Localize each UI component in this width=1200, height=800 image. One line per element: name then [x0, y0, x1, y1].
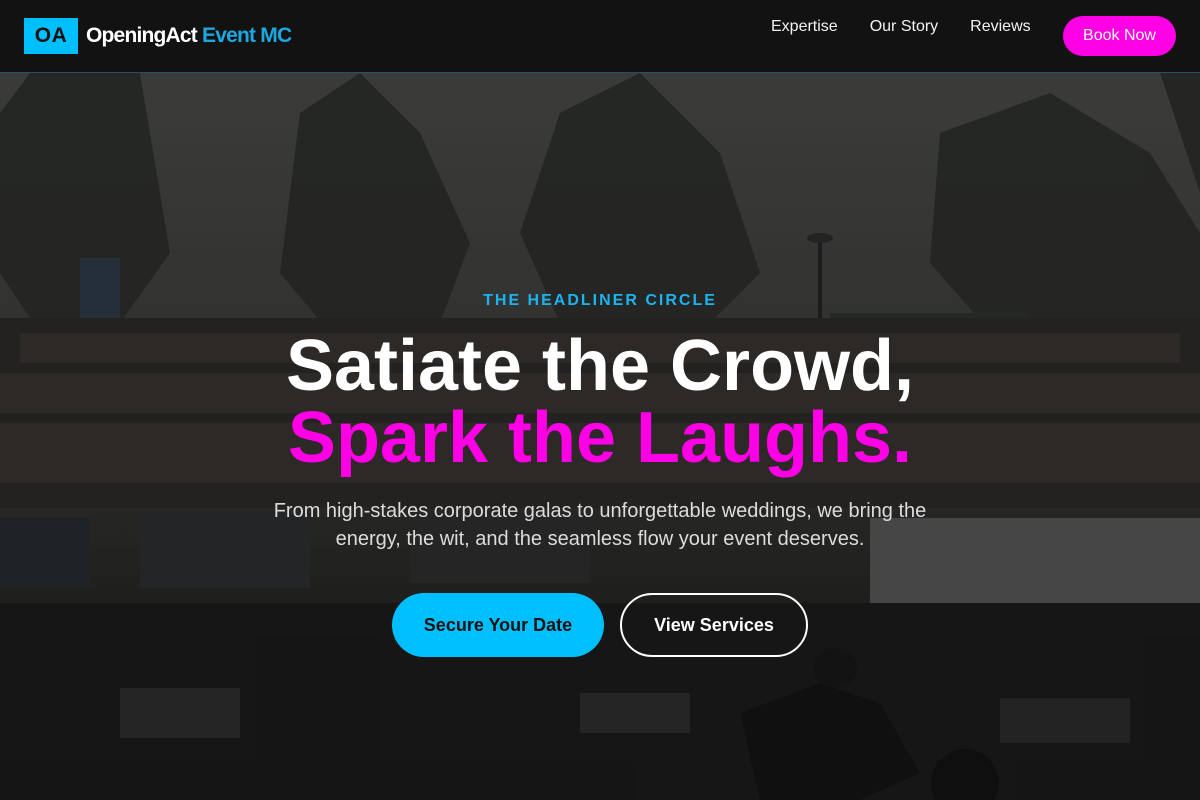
hero-section: THE HEADLINER CIRCLE Satiate the Crowd, …: [0, 73, 1200, 800]
nav-link-reviews[interactable]: Reviews: [970, 18, 1030, 36]
nav-link-expertise[interactable]: Expertise: [771, 18, 838, 36]
nav-links: Expertise Our Story Reviews: [755, 18, 1047, 36]
view-services-button[interactable]: View Services: [620, 593, 808, 657]
logo-initials-box: OA: [24, 18, 78, 54]
hero-title-line1: Satiate the Crowd,: [285, 326, 915, 406]
brand-logo[interactable]: OA OpeningAct Event MC: [24, 18, 292, 54]
brand-name-main: OpeningAct: [86, 24, 198, 47]
book-now-button[interactable]: Book Now: [1063, 16, 1176, 56]
nav-link-our-story[interactable]: Our Story: [870, 18, 938, 36]
brand-name: OpeningAct Event MC: [86, 24, 292, 48]
hero-subtitle: From high-stakes corporate galas to unfo…: [273, 500, 927, 550]
brand-name-accent: Event MC: [202, 24, 292, 47]
secure-your-date-button[interactable]: Secure Your Date: [392, 593, 604, 657]
top-navigation-bar: OA OpeningAct Event MC Expertise Our Sto…: [0, 0, 1200, 73]
hero-title-line2: Spark the Laughs.: [287, 398, 913, 478]
hero-eyebrow: THE HEADLINER CIRCLE: [483, 292, 717, 309]
